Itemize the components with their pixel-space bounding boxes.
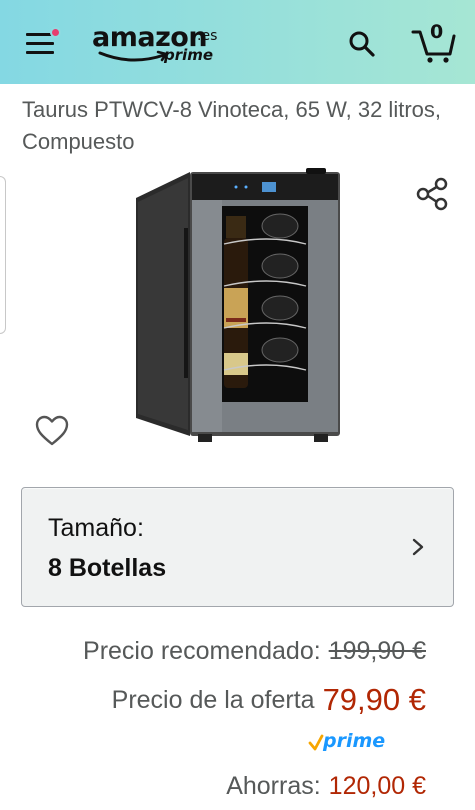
deal-price-row: Precio de la oferta 79,90 €: [111, 680, 426, 717]
wishlist-button[interactable]: [34, 413, 70, 449]
logo-domain: .es: [197, 28, 218, 44]
top-nav-bar: amazon .es prime 0: [0, 0, 475, 84]
chevron-right-icon: [412, 538, 424, 556]
prime-badge: prime: [308, 730, 388, 756]
notification-dot: [50, 27, 61, 38]
deal-price-label: Precio de la oferta: [111, 686, 315, 714]
share-icon: [416, 177, 448, 211]
size-label: Tamaño:: [48, 514, 144, 542]
share-button[interactable]: [414, 176, 450, 212]
savings-row: Ahorras: 120,00 €: [226, 772, 426, 801]
prime-check-icon: [308, 734, 324, 751]
savings-label: Ahorras:: [226, 772, 321, 800]
cart-count: 0: [430, 21, 444, 43]
prime-label: prime: [323, 730, 386, 752]
search-icon: [349, 31, 375, 57]
hamburger-icon-bar: [26, 51, 54, 54]
product-title[interactable]: Taurus PTWCV-8 Vinoteca, 65 W, 32 litros…: [22, 94, 458, 158]
logo-prime: prime: [164, 46, 214, 64]
savings-value: 120,00 €: [328, 772, 426, 800]
menu-button[interactable]: [26, 27, 61, 56]
wine-cooler-image[interactable]: [128, 168, 348, 446]
logo-smile-icon: [98, 50, 168, 62]
size-selector[interactable]: Tamaño: 8 Botellas: [21, 487, 454, 607]
cart-button[interactable]: 0: [410, 21, 456, 64]
amazon-prime-logo[interactable]: amazon .es prime: [92, 22, 222, 68]
list-price-label: Precio recomendado:: [83, 637, 321, 665]
carousel-prev-edge[interactable]: [0, 176, 6, 334]
search-button[interactable]: [348, 30, 376, 58]
list-price-value: 199,90 €: [328, 637, 426, 665]
size-value: 8 Botellas: [48, 554, 167, 582]
list-price-row: Precio recomendado: 199,90 €: [83, 637, 426, 666]
hamburger-icon-bar: [26, 42, 54, 45]
deal-price-value: 79,90 €: [322, 682, 426, 717]
heart-icon: [35, 415, 69, 446]
